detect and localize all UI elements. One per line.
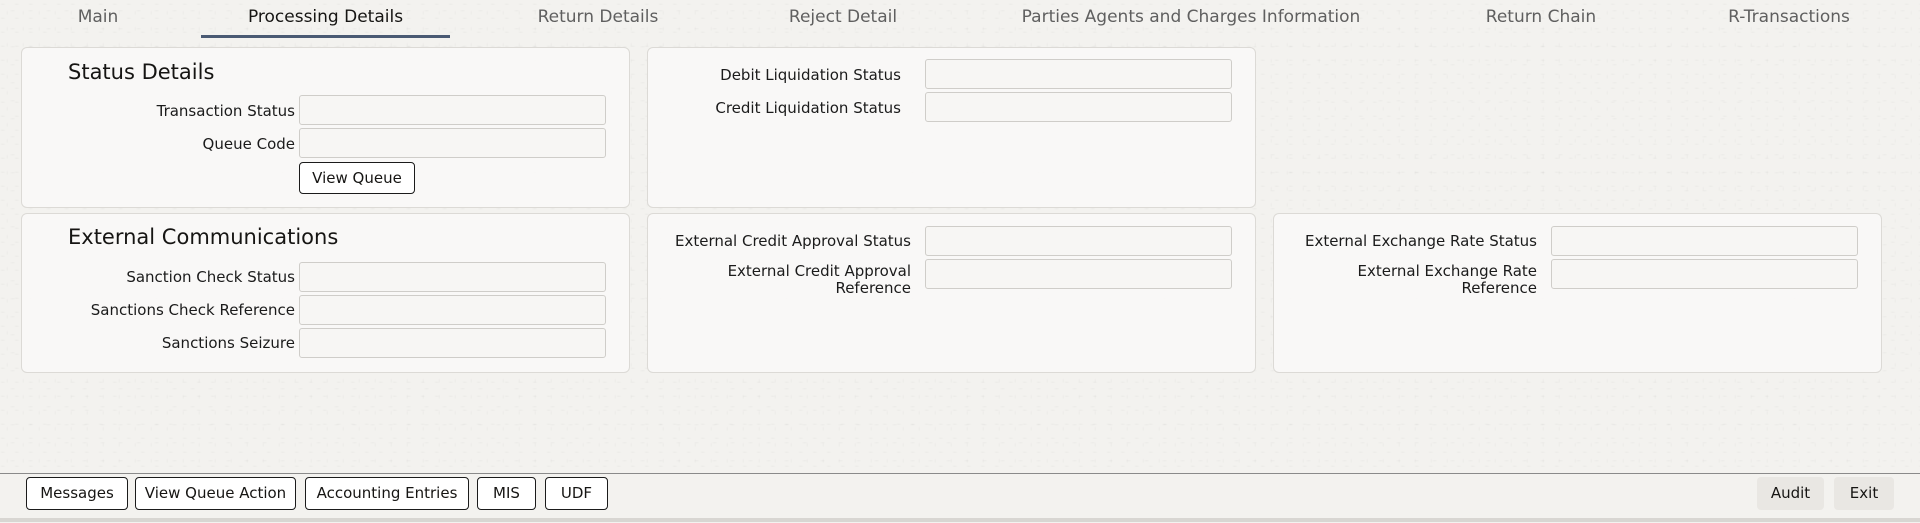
queue-code-label: Queue Code: [202, 135, 295, 153]
debit-liquidation-status-label: Debit Liquidation Status: [720, 66, 901, 84]
status-details-panel: Status Details Transaction Status Queue …: [21, 47, 630, 208]
external-credit-approval-reference-label: External Credit Approval Reference: [727, 262, 911, 297]
accounting-entries-button[interactable]: Accounting Entries: [305, 477, 469, 510]
tab-reject-detail[interactable]: Reject Detail: [775, 0, 911, 36]
tab-return-details[interactable]: Return Details: [522, 0, 674, 36]
sanctions-check-reference-field[interactable]: [299, 295, 606, 325]
external-credit-panel: External Credit Approval Status External…: [647, 213, 1256, 373]
messages-button[interactable]: Messages: [26, 477, 128, 510]
sanctions-seizure-label: Sanctions Seizure: [161, 334, 295, 352]
tab-processing-details[interactable]: Processing Details: [201, 0, 450, 38]
udf-button[interactable]: UDF: [545, 477, 608, 510]
credit-liquidation-status-field[interactable]: [925, 92, 1232, 122]
tab-r-transactions[interactable]: R-Transactions: [1724, 0, 1854, 36]
audit-button[interactable]: Audit: [1757, 477, 1824, 510]
sanctions-seizure-field[interactable]: [299, 328, 606, 358]
debit-liquidation-status-field[interactable]: [925, 59, 1232, 89]
queue-code-field[interactable]: [299, 128, 606, 158]
status-details-title: Status Details: [68, 60, 215, 84]
exit-button[interactable]: Exit: [1834, 477, 1894, 510]
transaction-status-label: Transaction Status: [156, 102, 295, 120]
external-communications-title: External Communications: [68, 225, 339, 249]
external-exchange-rate-reference-label: External Exchange Rate Reference: [1357, 262, 1537, 297]
external-credit-approval-reference-field[interactable]: [925, 259, 1232, 289]
sanction-check-status-field[interactable]: [299, 262, 606, 292]
sanction-check-status-label: Sanction Check Status: [126, 268, 295, 286]
external-credit-approval-status-field[interactable]: [925, 226, 1232, 256]
external-exchange-rate-status-label: External Exchange Rate Status: [1304, 232, 1537, 250]
external-exchange-rate-status-field[interactable]: [1551, 226, 1858, 256]
external-exchange-rate-reference-field[interactable]: [1551, 259, 1858, 289]
external-communications-panel: External Communications Sanction Check S…: [21, 213, 630, 373]
tab-main[interactable]: Main: [58, 0, 138, 36]
tab-return-chain[interactable]: Return Chain: [1472, 0, 1610, 36]
view-queue-action-button[interactable]: View Queue Action: [135, 477, 296, 510]
mis-button[interactable]: MIS: [477, 477, 536, 510]
credit-liquidation-status-label: Credit Liquidation Status: [715, 99, 901, 117]
liquidation-status-panel: Debit Liquidation Status Credit Liquidat…: [647, 47, 1256, 208]
tab-parties-agents-charges[interactable]: Parties Agents and Charges Information: [1015, 0, 1367, 36]
external-exchange-panel: External Exchange Rate Status External E…: [1273, 213, 1882, 373]
sanctions-check-reference-label: Sanctions Check Reference: [90, 301, 295, 319]
transaction-status-field[interactable]: [299, 95, 606, 125]
view-queue-button[interactable]: View Queue: [299, 162, 415, 194]
external-credit-approval-status-label: External Credit Approval Status: [674, 232, 911, 250]
footer-divider: [0, 518, 1920, 522]
tab-bar: Main Processing Details Return Details R…: [0, 0, 1920, 38]
